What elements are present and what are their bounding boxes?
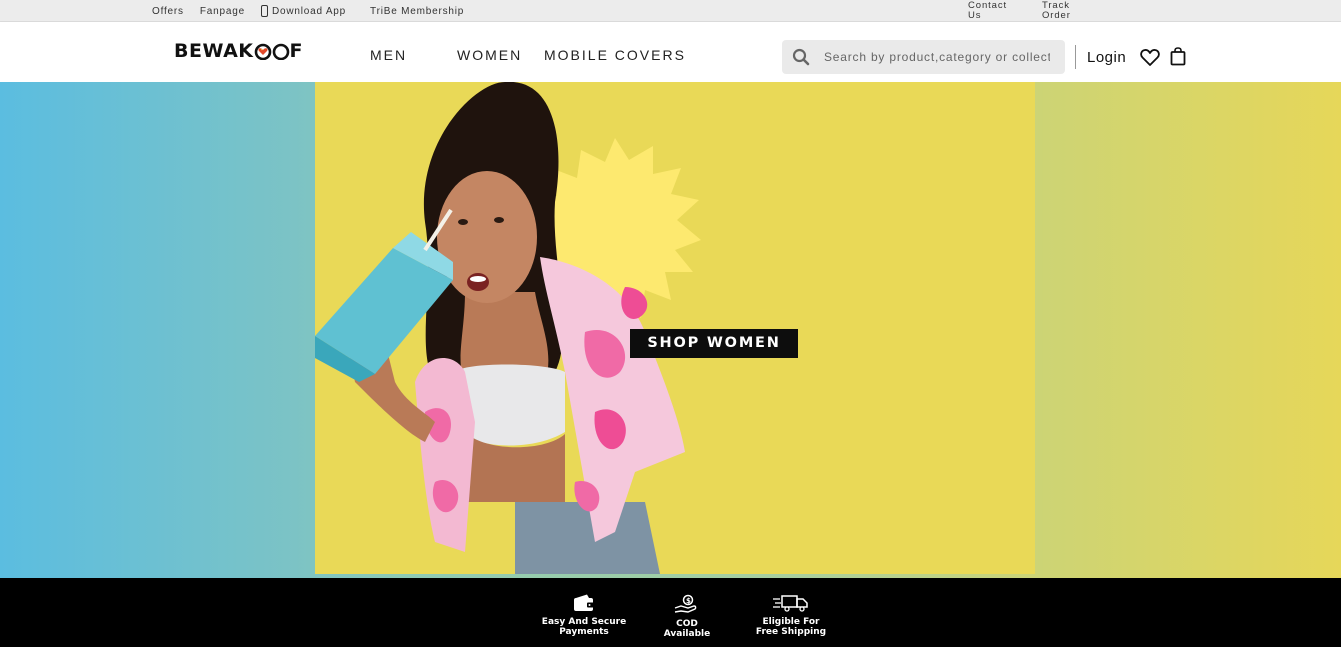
download-app-label: Download App [271,5,347,17]
cash-hand-icon: $ [674,594,697,613]
feature-line1: Easy And Secure [541,617,627,627]
feature-line2: Free Shipping [755,627,827,637]
nav-men[interactable]: MEN [370,47,407,63]
svg-text:$: $ [686,597,691,605]
feature-line2: Payments [559,627,609,637]
main-header: BEWAK F MEN WOMEN MOBILE COVERS Login [0,22,1341,82]
feature-line1: Eligible For [762,617,820,627]
brand-logo[interactable]: BEWAK F [174,40,303,62]
hero-banner[interactable]: SHOP WOMEN [0,82,1341,578]
search-icon [792,48,810,66]
header-divider [1075,45,1076,69]
delivery-truck-icon [773,595,808,612]
tribe-membership-link[interactable]: TriBe Membership [370,6,464,17]
fanpage-link[interactable]: Fanpage [200,6,245,17]
feature-free-shipping: Eligible For Free Shipping [748,594,834,637]
track-order-link[interactable]: Track Order [1042,1,1094,21]
utility-bar: Offers Fanpage Download App TriBe Member… [0,0,1341,22]
download-app-link[interactable]: Download App [260,5,347,17]
search-input[interactable] [824,50,1050,64]
login-link[interactable]: Login [1087,49,1126,66]
feature-line1: COD [676,619,698,629]
phone-icon [260,5,268,17]
offers-link[interactable]: Offers [152,6,184,17]
search-box[interactable] [782,40,1065,74]
shopping-bag-icon[interactable] [1170,47,1186,66]
wishlist-heart-icon[interactable] [1140,48,1160,67]
hero-image[interactable] [315,82,1035,574]
nav-mobile-covers[interactable]: MOBILE COVERS [544,47,686,63]
feature-cod: $ COD Available [660,594,714,639]
model-illustration [315,82,701,574]
contact-us-link[interactable]: Contact Us [968,1,1020,21]
logo-text: BEWAK [174,40,254,62]
feature-line2: Available [663,629,711,639]
features-strip: Easy And Secure Payments $ COD Available… [0,578,1341,647]
shop-women-button[interactable]: SHOP WOMEN [630,329,798,358]
logo-tail: F [289,40,303,62]
logo-o-icon [272,42,290,61]
logo-heart-icon [254,42,272,61]
wallet-icon [574,594,594,611]
utility-links: Offers Fanpage Download App TriBe Member… [152,5,480,17]
feature-secure-payments: Easy And Secure Payments [537,594,631,637]
nav-women[interactable]: WOMEN [457,47,522,63]
